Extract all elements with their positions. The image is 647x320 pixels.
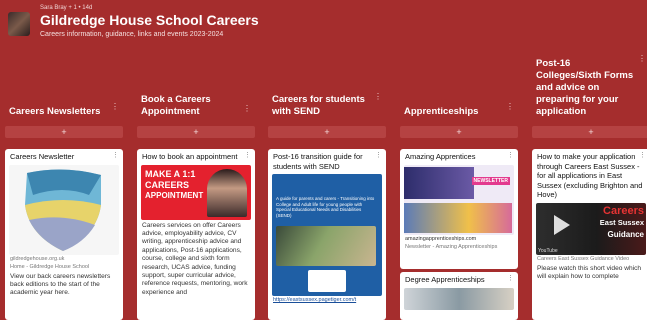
column-header: Apprenticeships ⋮ xyxy=(400,98,518,118)
column-apprenticeships: Apprenticeships ⋮ + ⋮ Amazing Apprentice… xyxy=(400,54,518,320)
card-source: Newsletter - Amazing Apprenticeships xyxy=(405,243,498,250)
card-title: Degree Apprenticeships xyxy=(405,275,485,284)
video-source: YouTube xyxy=(538,247,558,254)
card-title: Careers Newsletter xyxy=(10,152,75,161)
add-post-button[interactable]: + xyxy=(532,126,647,138)
guide-text: A guide for parents and carers - Transit… xyxy=(276,196,375,218)
column-title: Post-16 Colleges/Sixth Forms and advice … xyxy=(536,58,634,117)
post-card[interactable]: ⋮ How to book an appointment MAKE A 1:1 … xyxy=(137,149,255,320)
column-menu-icon[interactable]: ⋮ xyxy=(374,92,382,101)
column-title: Careers Newsletters xyxy=(9,106,101,117)
newsletter-photo-top xyxy=(404,166,474,199)
card-menu-icon[interactable]: ⋮ xyxy=(507,151,514,159)
guide-logo xyxy=(308,270,346,292)
column-send: Careers for students with SEND ⋮ + ⋮ Pos… xyxy=(268,54,386,320)
send-guide-image: A guide for parents and carers - Transit… xyxy=(272,174,382,296)
card-source: Home - Gildredge House School xyxy=(10,263,90,270)
card-menu-icon[interactable]: ⋮ xyxy=(375,151,382,159)
column-book-appointment: Book a Careers Appointment ⋮ + ⋮ How to … xyxy=(137,54,255,320)
card-link[interactable]: amazingapprenticeships.com xyxy=(400,235,518,243)
card-link[interactable]: gildredgehouse.org.uk xyxy=(5,255,123,263)
card-title: Amazing Apprentices xyxy=(405,152,476,161)
column-menu-icon[interactable]: ⋮ xyxy=(111,102,119,111)
board-header: Sara Bray + 1 • 14d Gildredge House Scho… xyxy=(0,0,647,48)
add-post-button[interactable]: + xyxy=(268,126,386,138)
board-title: Gildredge House School Careers xyxy=(40,12,259,28)
column-careers-newsletters: Careers Newsletters ⋮ + ⋮ Careers Newsle… xyxy=(5,54,123,320)
column-menu-icon[interactable]: ⋮ xyxy=(243,104,251,113)
guide-photo xyxy=(276,226,376,266)
column-menu-icon[interactable]: ⋮ xyxy=(638,54,646,63)
post-card[interactable]: ⋮ How to make your application through C… xyxy=(532,149,647,320)
column-title: Apprenticeships xyxy=(404,106,479,117)
appointment-poster-image: MAKE A 1:1 CAREERS APPOINTMENT xyxy=(141,164,251,220)
column-header: Post-16 Colleges/Sixth Forms and advice … xyxy=(532,54,647,118)
card-source: Careers East Sussex Guidance Video xyxy=(537,255,630,262)
newsletter-badge: NEWSLETTER xyxy=(471,176,510,185)
poster-line2: CAREERS xyxy=(145,179,190,190)
add-post-button[interactable]: + xyxy=(400,126,518,138)
column-title: Book a Careers Appointment xyxy=(141,94,211,117)
column-title: Careers for students with SEND xyxy=(272,94,365,117)
card-menu-icon[interactable]: ⋮ xyxy=(112,151,119,159)
post-card[interactable]: ⋮ Careers Newsletter gildredgehouse.org.… xyxy=(5,149,123,320)
play-icon xyxy=(554,214,570,235)
poster-line1: MAKE A 1:1 xyxy=(145,168,196,179)
card-menu-icon[interactable]: ⋮ xyxy=(639,151,646,159)
poster-line3: APPOINTMENT xyxy=(145,190,204,200)
post-card[interactable]: ⋮ Degree Apprenticeships xyxy=(400,272,518,320)
card-title: How to make your application through Car… xyxy=(537,152,643,199)
card-body: Careers services on offer Careers advice… xyxy=(142,221,248,296)
card-title: How to book an appointment xyxy=(142,152,238,161)
board-meta: Sara Bray + 1 • 14d xyxy=(40,5,93,11)
degree-apprenticeships-image xyxy=(404,287,514,310)
careers-video-thumbnail[interactable]: Careers East Sussex Guidance YouTube xyxy=(536,202,646,255)
card-body: View our back careers newsletters back e… xyxy=(10,272,111,297)
add-post-button[interactable]: + xyxy=(5,126,123,138)
column-menu-icon[interactable]: ⋮ xyxy=(506,102,514,111)
video-brand: Careers xyxy=(603,204,644,217)
column-header: Careers Newsletters ⋮ xyxy=(5,98,123,118)
board-subtitle: Careers information, guidance, links and… xyxy=(40,31,224,38)
apprentices-newsletter-image: NEWSLETTER xyxy=(404,164,514,235)
board-avatar[interactable] xyxy=(8,12,30,36)
post-card[interactable]: ⋮ Post-16 transition guide for students … xyxy=(268,149,386,320)
card-title: Post-16 transition guide for students wi… xyxy=(273,152,363,171)
column-header: Careers for students with SEND ⋮ xyxy=(268,92,386,118)
newsletter-photo-bottom xyxy=(404,202,512,233)
video-caption: Guidance xyxy=(607,229,644,239)
column-header: Book a Careers Appointment ⋮ xyxy=(137,92,255,118)
post-card[interactable]: ⋮ Amazing Apprentices NEWSLETTER amazing… xyxy=(400,149,518,269)
video-brand-2: East Sussex xyxy=(599,217,644,227)
card-menu-icon[interactable]: ⋮ xyxy=(507,274,514,282)
column-post16: Post-16 Colleges/Sixth Forms and advice … xyxy=(532,54,647,320)
add-post-button[interactable]: + xyxy=(137,126,255,138)
card-link[interactable]: https://eastsussex.pagetiger.com/t xyxy=(268,296,386,304)
school-crest-image xyxy=(9,164,119,255)
card-body: Please watch this short video which will… xyxy=(537,264,642,280)
person-photo xyxy=(207,168,247,217)
card-menu-icon[interactable]: ⋮ xyxy=(244,151,251,159)
